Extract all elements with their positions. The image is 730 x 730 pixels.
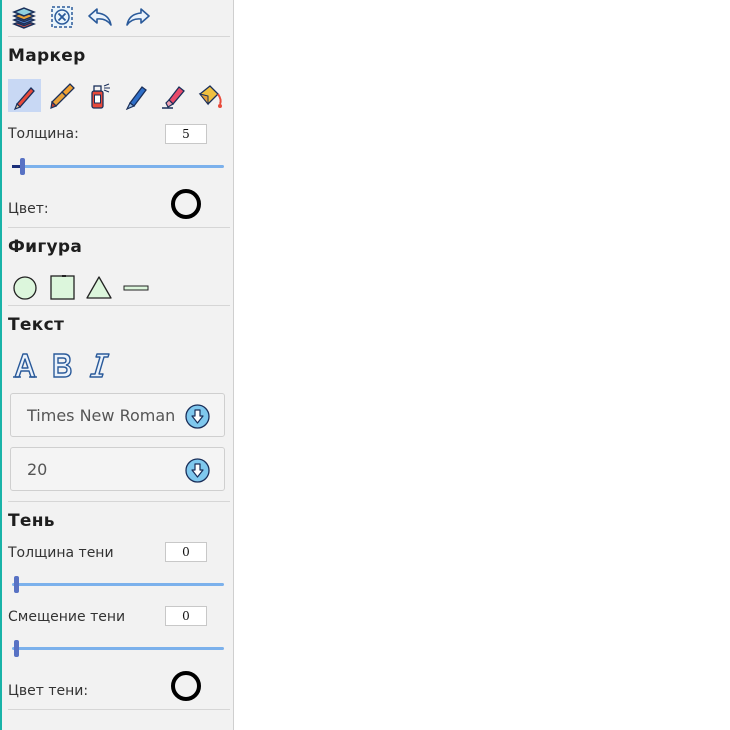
thickness-slider[interactable] xyxy=(12,158,224,175)
font-letter-a-icon xyxy=(12,352,37,378)
shadow-thickness-label: Толщина тени xyxy=(8,545,114,561)
slider-track xyxy=(12,583,224,586)
undo-icon xyxy=(88,8,112,26)
pen-icon xyxy=(125,85,147,110)
text-style-tool[interactable] xyxy=(8,348,41,381)
brush-icon xyxy=(49,82,75,109)
pencil-tool[interactable] xyxy=(8,79,41,112)
rectangle-tool[interactable] xyxy=(45,270,78,303)
divider xyxy=(8,501,230,502)
spray-can-icon xyxy=(90,83,110,109)
shadow-color-picker[interactable] xyxy=(171,671,201,701)
divider xyxy=(8,36,230,37)
brush-tool[interactable] xyxy=(45,79,78,112)
font-family-value: Times New Roman xyxy=(27,405,176,425)
undo-button[interactable] xyxy=(84,2,116,32)
color-label: Цвет: xyxy=(8,201,49,217)
bold-icon xyxy=(52,352,72,378)
redo-button[interactable] xyxy=(122,2,154,32)
layers-icon xyxy=(11,7,37,29)
clear-canvas-icon xyxy=(51,6,73,28)
color-picker[interactable] xyxy=(171,189,201,219)
section-title-text: Текст xyxy=(8,315,65,335)
thickness-label: Толщина: xyxy=(8,126,79,142)
chevron-down-icon xyxy=(185,404,210,429)
highlighter-icon xyxy=(161,85,185,109)
highlighter-tool[interactable] xyxy=(156,79,189,112)
italic-tool[interactable] xyxy=(82,348,115,381)
slider-track xyxy=(12,165,224,168)
circle-icon xyxy=(12,275,37,300)
square-icon xyxy=(49,274,75,300)
slider-thumb[interactable] xyxy=(14,640,19,657)
slider-thumb[interactable] xyxy=(20,158,25,175)
bold-tool[interactable] xyxy=(45,348,78,381)
font-size-value: 20 xyxy=(27,459,48,479)
shadow-offset-slider[interactable] xyxy=(12,640,224,657)
shadow-offset-label: Смещение тени xyxy=(8,609,126,625)
italic-icon xyxy=(88,352,110,378)
drawing-canvas[interactable] xyxy=(234,0,730,730)
font-size-select[interactable]: 20 xyxy=(10,447,225,491)
text-tools xyxy=(8,348,119,381)
clear-canvas-button[interactable] xyxy=(46,2,78,32)
shadow-thickness-slider[interactable] xyxy=(12,576,224,593)
chevron-down-icon xyxy=(185,458,210,483)
shadow-color-label: Цвет тени: xyxy=(8,683,89,699)
shape-tools xyxy=(8,270,156,303)
spray-tool[interactable] xyxy=(82,79,115,112)
pencil-icon xyxy=(13,86,35,110)
fill-bucket-tool[interactable] xyxy=(193,79,226,112)
divider xyxy=(8,227,230,228)
circle-tool[interactable] xyxy=(8,270,41,303)
shadow-offset-input[interactable]: 0 xyxy=(165,606,207,626)
paint-bucket-icon xyxy=(198,84,222,108)
section-title-shadow: Тень xyxy=(8,511,55,531)
slider-thumb[interactable] xyxy=(14,576,19,593)
triangle-tool[interactable] xyxy=(82,270,115,303)
marker-tools xyxy=(8,79,230,112)
section-title-shape: Фигура xyxy=(8,237,83,257)
thickness-input[interactable]: 5 xyxy=(165,124,207,144)
top-toolbar xyxy=(8,2,154,32)
section-title-marker: Маркер xyxy=(8,46,86,66)
layers-button[interactable] xyxy=(8,2,40,32)
divider xyxy=(8,305,230,306)
redo-icon xyxy=(126,8,150,26)
pen-tool[interactable] xyxy=(119,79,152,112)
tool-sidebar: Маркер Толщина: 5 Цвет: Фигура Текст Tim… xyxy=(0,0,234,730)
shadow-thickness-input[interactable]: 0 xyxy=(165,542,207,562)
line-icon xyxy=(123,285,148,290)
line-tool[interactable] xyxy=(119,270,152,303)
divider xyxy=(8,709,230,710)
triangle-icon xyxy=(85,275,112,299)
slider-track xyxy=(12,647,224,650)
font-family-select[interactable]: Times New Roman xyxy=(10,393,225,437)
